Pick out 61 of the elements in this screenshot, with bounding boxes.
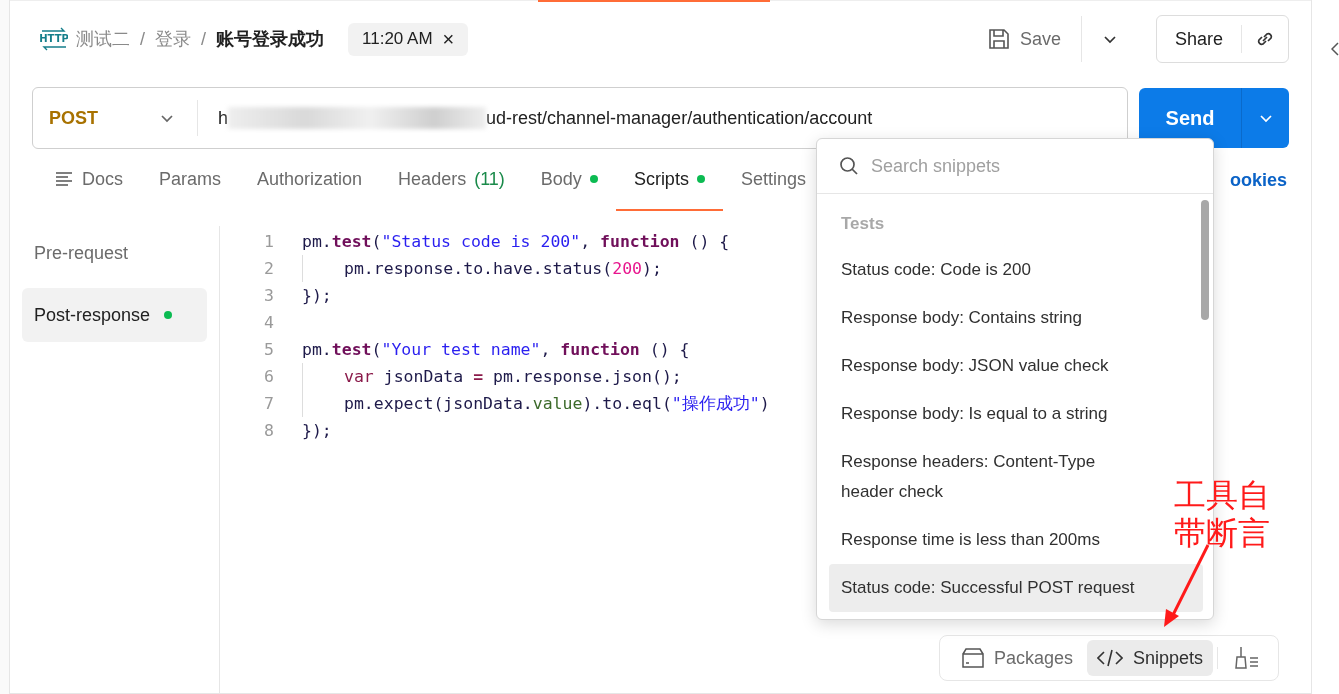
line-number: 2 — [263, 259, 275, 278]
search-icon — [839, 156, 859, 176]
script-tab[interactable]: Pre-request — [22, 226, 207, 280]
line-number: 3 — [263, 286, 275, 305]
line-number: 1 — [263, 232, 275, 251]
request-tab[interactable]: Params — [141, 149, 240, 211]
snippet-item[interactable]: Response body: JSON value check — [829, 342, 1121, 390]
line-number: 7 — [263, 394, 275, 413]
script-tab[interactable]: Post-response — [22, 288, 207, 342]
floppy-icon — [987, 28, 1010, 50]
line-number: 6 — [263, 367, 275, 386]
code-line: var jsonData = pm.response.json(); — [344, 367, 682, 386]
request-tab[interactable]: Headers (11) — [380, 149, 523, 211]
code-line: }); — [302, 421, 332, 440]
snippet-item[interactable]: Status code: Code is 200 — [829, 246, 1043, 294]
toolbar-button[interactable]: Packages — [951, 640, 1083, 676]
snippet-item[interactable]: Status code: Successful POST request — [829, 564, 1203, 612]
breadcrumb-item[interactable]: 登录 — [155, 27, 191, 51]
close-icon[interactable]: × — [442, 27, 455, 51]
save-button[interactable]: Save — [975, 28, 1073, 50]
line-number: 4 — [263, 313, 275, 332]
lines-icon — [56, 172, 74, 186]
code-line: pm.test("Your test name", function () { — [302, 340, 690, 359]
request-tab[interactable]: Authorization — [239, 149, 381, 211]
url-text: h — [218, 107, 228, 129]
chevron-left-icon — [1331, 42, 1339, 56]
request-tab[interactable]: Settings — [722, 149, 824, 211]
header-count: (11) — [474, 168, 505, 190]
method-dropdown[interactable]: POST — [33, 100, 198, 136]
url-text: ud-rest/channel-manager/authentication/account — [486, 107, 873, 129]
breadcrumb-item[interactable]: 账号登录成功 — [216, 27, 325, 51]
history-chip[interactable]: 11:20 AM × — [348, 22, 469, 56]
toolbar-button[interactable]: Snippets — [1086, 640, 1213, 676]
line-number: 8 — [263, 421, 275, 440]
breadcrumb-separator: / — [140, 28, 145, 50]
scrollbar[interactable] — [1201, 200, 1209, 320]
snippet-item[interactable]: Response headers: Content-Type header check — [829, 438, 1143, 516]
code-line: pm.test("Status code is 200", function () { — [302, 232, 730, 251]
time-label: 11:20 AM — [362, 29, 433, 49]
code-line: pm.expect(jsonData.value).to.eql("操作成功") — [344, 392, 770, 415]
breadcrumb-separator: / — [201, 28, 207, 50]
broom-icon — [1234, 646, 1260, 670]
status-dot — [589, 175, 598, 183]
snippet-item[interactable]: Response body: Is equal to a string — [829, 390, 1120, 438]
code-line: pm.response.to.have.status(200); — [344, 259, 662, 278]
snippet-item[interactable]: Response time is less than 200ms — [829, 516, 1112, 564]
request-tab[interactable]: Body — [522, 149, 616, 211]
package-icon — [961, 648, 984, 668]
code-icon — [1096, 648, 1123, 668]
code-line: }); — [302, 286, 332, 305]
request-tab[interactable]: Scripts — [615, 149, 723, 211]
section-title: Tests — [840, 213, 886, 235]
snippet-item[interactable]: Response body: Contains string — [829, 294, 1094, 342]
annotation-text: 工具自 — [1174, 476, 1270, 514]
breadcrumb-item[interactable]: 测试二 — [76, 27, 130, 51]
url-field[interactable]: h ud-rest/channel-manager/authentication/account — [198, 107, 1127, 129]
line-number: 5 — [263, 340, 275, 359]
request-tab[interactable]: Docs — [38, 149, 141, 211]
status-dot — [696, 175, 705, 183]
cookies-link[interactable]: ookies — [1229, 169, 1289, 191]
annotation-text: 带断言 — [1174, 514, 1270, 552]
